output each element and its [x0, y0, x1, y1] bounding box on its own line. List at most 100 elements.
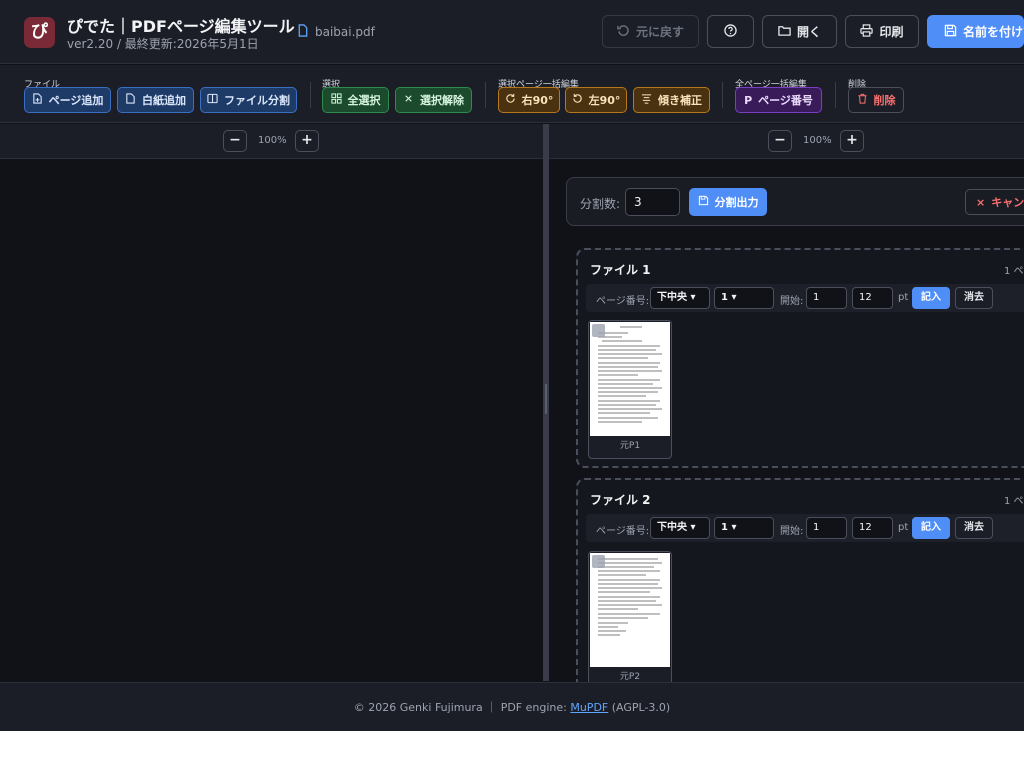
right-zoom-bar: − 100% +: [549, 124, 1024, 159]
open-button[interactable]: 開く: [762, 15, 837, 48]
page-number-settings: ページ番号: 下中央 ▾ 1 ▾ 開始: 1 12 pt 記入 消去: [586, 514, 1024, 542]
page-thumbnail[interactable]: 元P1: [588, 320, 672, 459]
left-zoom-out-button[interactable]: −: [223, 130, 247, 152]
split-file-label: ファイル分割: [224, 94, 290, 107]
question-circle-icon: [724, 23, 737, 40]
page-preview: [590, 322, 670, 436]
save-icon: [944, 24, 957, 40]
save-as-button[interactable]: 名前を付けて: [927, 15, 1024, 48]
split-output-button[interactable]: 分割出力: [689, 188, 767, 216]
undo-icon: [617, 24, 630, 40]
footer-license: (AGPL-3.0): [608, 701, 671, 714]
start-input[interactable]: 1: [806, 287, 847, 309]
start-label: 開始:: [780, 526, 804, 537]
start-label: 開始:: [780, 296, 804, 307]
apply-button[interactable]: 記入: [912, 287, 950, 309]
add-page-button[interactable]: ページ追加: [24, 87, 111, 113]
add-blank-button[interactable]: 白紙追加: [117, 87, 194, 113]
left-zoom-bar: − 100% +: [0, 124, 543, 159]
app-version: ver2.20 / 最終更新:2026年5月1日: [67, 37, 259, 51]
pane-resizer[interactable]: [543, 124, 549, 681]
right-zoom-in-button[interactable]: +: [840, 130, 864, 152]
format-select[interactable]: 1 ▾: [714, 287, 774, 309]
page-preview: [590, 553, 670, 667]
split-panel: 分割数: 3 分割出力 × キャンセル: [566, 177, 1024, 226]
clear-button[interactable]: 消去: [955, 287, 993, 309]
toolbar-separator: [835, 82, 836, 108]
p-letter-icon: P: [744, 93, 753, 107]
select-all-button[interactable]: 全選択: [322, 87, 389, 113]
undo-button[interactable]: 元に戻す: [602, 15, 699, 48]
page-number-label: ページ番号:: [596, 296, 650, 307]
page-number-label: ページ番号:: [596, 526, 650, 537]
rotate-right-label: 右90°: [521, 94, 554, 107]
right-zoom-out-button[interactable]: −: [768, 130, 792, 152]
position-value: 下中央: [657, 292, 687, 303]
page-select-checkbox[interactable]: [592, 324, 605, 337]
add-blank-label: 白紙追加: [142, 94, 186, 107]
split-count-input[interactable]: 3: [625, 188, 680, 216]
rotate-cw-icon: [505, 93, 516, 107]
page-number-button[interactable]: P ページ番号: [735, 87, 822, 113]
save-icon: [698, 195, 709, 209]
current-file: baibai.pdf: [297, 24, 375, 40]
page-text-lines: [598, 326, 662, 423]
rotate-left-button[interactable]: 左90°: [565, 87, 627, 113]
page-number-label: ページ番号: [758, 94, 813, 107]
split-cancel-button[interactable]: × キャンセル: [965, 189, 1024, 215]
font-size-unit: pt: [898, 522, 909, 533]
position-select[interactable]: 下中央 ▾: [650, 517, 710, 539]
app-root: ぴ ぴでた｜PDFページ編集ツール ver2.20 / 最終更新:2026年5月…: [0, 0, 1024, 731]
font-size-input[interactable]: 12: [852, 287, 893, 309]
split-columns-icon: [207, 93, 218, 107]
select-all-label: 全選択: [347, 94, 381, 107]
page-number-settings: ページ番号: 下中央 ▾ 1 ▾ 開始: 1 12 pt 記入 消去: [586, 284, 1024, 312]
format-select[interactable]: 1 ▾: [714, 517, 774, 539]
add-page-label: ページ追加: [48, 94, 104, 107]
split-file-button[interactable]: ファイル分割: [200, 87, 297, 113]
split-count-label: 分割数:: [580, 197, 621, 211]
footer-copyright: © 2026 Genki Fujimura ｜ PDF engine:: [353, 701, 571, 714]
open-label: 開く: [796, 25, 821, 39]
rotate-left-label: 左90°: [588, 94, 621, 107]
toolbar-separator: [722, 82, 723, 108]
start-input[interactable]: 1: [806, 517, 847, 539]
deselect-button[interactable]: 選択解除: [395, 87, 472, 113]
folder-icon: [778, 24, 791, 40]
font-size-input[interactable]: 12: [852, 517, 893, 539]
mupdf-link[interactable]: MuPDF: [570, 701, 608, 714]
toolbar-separator: [485, 82, 486, 108]
file-card-title: ファイル 2: [590, 493, 651, 507]
deskew-button[interactable]: 傾き補正: [633, 87, 710, 113]
grid-icon: [330, 93, 342, 107]
x-icon: ×: [976, 195, 986, 209]
print-label: 印刷: [879, 25, 904, 39]
printer-icon: [860, 23, 874, 40]
page-thumbnail[interactable]: 元P2: [588, 551, 672, 690]
page-caption: 元P2: [619, 672, 641, 682]
position-select[interactable]: 下中央 ▾: [650, 287, 710, 309]
file-card-page-count: 1 ページ: [1004, 496, 1024, 507]
page-caption: 元P1: [619, 441, 641, 451]
font-size-unit: pt: [898, 292, 909, 303]
format-value: 1: [721, 522, 728, 533]
split-cancel-label: キャンセル: [991, 196, 1024, 209]
delete-label: 削除: [873, 94, 896, 107]
help-button[interactable]: [707, 15, 754, 48]
app-header: ぴ ぴでた｜PDFページ編集ツール ver2.20 / 最終更新:2026年5月…: [0, 0, 1024, 64]
delete-button[interactable]: 削除: [848, 87, 904, 113]
print-button[interactable]: 印刷: [845, 15, 919, 48]
rotate-right-button[interactable]: 右90°: [498, 87, 560, 113]
undo-label: 元に戻す: [635, 25, 684, 39]
file-card-page-count: 1 ページ: [1004, 266, 1024, 277]
left-zoom-in-button[interactable]: +: [295, 130, 319, 152]
align-icon: [641, 93, 652, 107]
resizer-grip[interactable]: [545, 384, 547, 414]
file-card-title: ファイル 1: [590, 263, 651, 277]
page-select-checkbox[interactable]: [592, 555, 605, 568]
x-icon: [403, 93, 414, 107]
apply-button[interactable]: 記入: [912, 517, 950, 539]
clear-button[interactable]: 消去: [955, 517, 993, 539]
file-card: ファイル 2 1 ページ ページ番号: 下中央 ▾ 1 ▾ 開始: 1 12 p…: [576, 478, 1024, 708]
file-icon: [297, 24, 309, 40]
